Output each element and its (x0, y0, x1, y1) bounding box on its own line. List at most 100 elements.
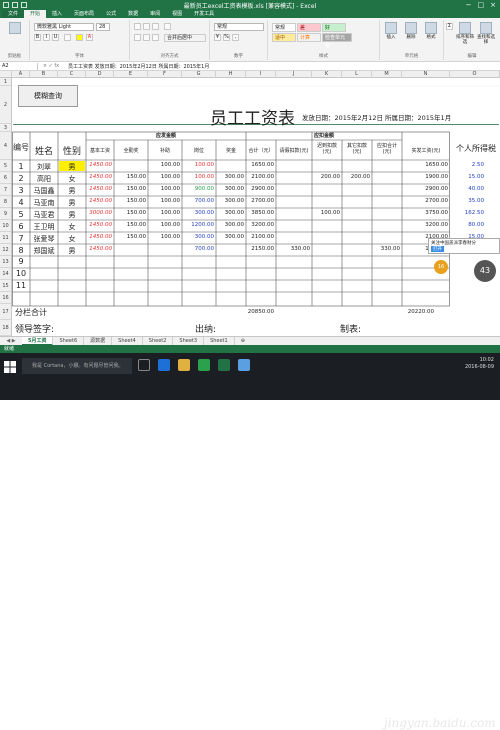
cell-subsidy[interactable]: 100.00 (148, 198, 182, 204)
popup-open-button[interactable]: 打开 (431, 246, 444, 252)
level-badge[interactable]: 16 (434, 260, 448, 274)
cell-late[interactable]: 200.00 (312, 174, 342, 180)
cell-allowance[interactable]: 150.00 (114, 186, 148, 192)
border-icon[interactable] (64, 34, 71, 41)
column-header[interactable]: I (246, 71, 276, 78)
italic-button[interactable]: I (43, 34, 50, 41)
cell-name[interactable]: 马亚君 (30, 210, 58, 220)
cell-no[interactable]: 7 (12, 234, 30, 243)
find-select-button[interactable]: 查找和选择 (477, 22, 495, 48)
cell-gender[interactable]: 女 (58, 222, 86, 232)
cell-total[interactable]: 3200.00 (246, 222, 276, 228)
cell-no[interactable]: 4 (12, 198, 30, 207)
row-header[interactable]: 4 (0, 132, 12, 160)
cell-gender[interactable]: 女 (58, 174, 86, 184)
cell-post[interactable]: 1200.00 (182, 222, 216, 228)
cell-subsidy[interactable]: 100.00 (148, 222, 182, 228)
notification-popup[interactable]: 关注中国盖派李春财分 打开 (428, 238, 500, 254)
cell-gender[interactable]: 男 (58, 186, 86, 196)
cell-no[interactable]: 10 (12, 269, 30, 278)
tab-view[interactable]: 视图 (166, 10, 188, 18)
delete-cells-button[interactable]: 删除 (402, 22, 420, 48)
cell-subsidy[interactable]: 100.00 (148, 234, 182, 240)
column-header[interactable]: J (276, 71, 312, 78)
merge-center-button[interactable]: 合并后居中 (164, 34, 206, 42)
cell-total[interactable]: 3850.00 (246, 210, 276, 216)
tab-file[interactable]: 文件 (2, 10, 25, 18)
align-center-icon[interactable] (143, 34, 150, 41)
cell-allowance[interactable]: 150.00 (114, 234, 148, 240)
cell-total[interactable]: 2100.00 (246, 234, 276, 240)
tab-page-layout[interactable]: 页面布局 (68, 10, 100, 18)
cell-post[interactable]: 900.00 (182, 186, 216, 192)
cell-bonus[interactable]: 300.00 (216, 210, 246, 216)
undo-icon[interactable] (12, 2, 18, 8)
cell-allowance[interactable]: 150.00 (114, 198, 148, 204)
row-header[interactable]: 18 (0, 320, 12, 336)
underline-button[interactable]: U (52, 34, 59, 41)
windows-start-icon[interactable] (4, 361, 16, 373)
formula-input[interactable]: 员工工资表 发放日期：2015年2月12日 所属日期：2015年1月 (64, 63, 209, 70)
font-color-icon[interactable]: A (86, 34, 93, 41)
row-header[interactable]: 11 (0, 232, 12, 244)
cell-no[interactable]: 8 (12, 246, 30, 255)
store-icon[interactable] (198, 359, 210, 371)
cell-subsidy[interactable]: 100.00 (148, 186, 182, 192)
font-size-select[interactable]: 28 (96, 23, 110, 31)
fx-icon[interactable]: × ✓ fx (38, 63, 64, 69)
row-header[interactable]: 10 (0, 220, 12, 232)
row-header[interactable]: 13 (0, 256, 12, 268)
tab-data[interactable]: 数据 (122, 10, 144, 18)
tab-home[interactable]: 开始 (24, 10, 47, 18)
cell-no[interactable]: 9 (12, 257, 30, 266)
cell-gender[interactable]: 男 (58, 198, 86, 208)
cell-post[interactable]: 700.00 (182, 246, 216, 252)
cell-tax[interactable]: 80.00 (450, 222, 486, 228)
cell-gender[interactable]: 女 (58, 234, 86, 244)
edge-icon[interactable] (158, 359, 170, 371)
tab-review[interactable]: 审阅 (144, 10, 166, 18)
currency-icon[interactable]: ¥ (214, 34, 221, 41)
cell-other[interactable]: 200.00 (342, 174, 372, 180)
cell-deduct[interactable]: 330.00 (372, 246, 402, 252)
cell-no[interactable]: 11 (12, 281, 30, 290)
number-format-select[interactable]: 常规 (214, 23, 264, 31)
row-header[interactable]: 2 (0, 86, 12, 124)
cell-total[interactable]: 2700.00 (246, 198, 276, 204)
cell-base[interactable]: 3000.00 (86, 210, 114, 216)
sheet-nav-arrows[interactable]: ◀ ▶ (0, 338, 22, 344)
row-header[interactable]: 9 (0, 208, 12, 220)
style-calculation[interactable]: 计算 (297, 33, 321, 42)
cell-actual[interactable]: 3750.00 (402, 210, 450, 216)
cell-actual[interactable]: 2700.00 (402, 198, 450, 204)
cell-subsidy[interactable]: 100.00 (148, 210, 182, 216)
cell-leave[interactable]: 330.00 (276, 246, 312, 252)
align-middle-icon[interactable] (143, 23, 150, 30)
select-all-corner[interactable] (0, 71, 12, 78)
cell-base[interactable]: 1450.00 (86, 246, 114, 252)
cell-name[interactable]: 郑国斌 (30, 246, 58, 256)
cell-no[interactable]: 6 (12, 222, 30, 231)
percent-badge[interactable]: 43 (474, 260, 496, 282)
browser-icon[interactable] (238, 359, 250, 371)
column-header[interactable]: C (58, 71, 86, 78)
style-neutral[interactable]: 适中 (272, 33, 296, 42)
cell-late[interactable]: 100.00 (312, 210, 342, 216)
cell-base[interactable]: 1450.00 (86, 222, 114, 228)
sort-filter-button[interactable]: 排序和筛选 (456, 22, 474, 48)
column-header[interactable]: B (30, 71, 58, 78)
cell-post[interactable]: 100.00 (182, 162, 216, 168)
percent-icon[interactable]: % (223, 34, 230, 41)
format-cells-button[interactable]: 格式 (422, 22, 440, 48)
cell-base[interactable]: 1450.00 (86, 162, 114, 168)
cell-tax[interactable]: 15.00 (450, 174, 486, 180)
cell-bonus[interactable]: 300.00 (216, 198, 246, 204)
cell-allowance[interactable]: 150.00 (114, 174, 148, 180)
cell-no[interactable]: 1 (12, 162, 30, 171)
explorer-icon[interactable] (178, 359, 190, 371)
row-header[interactable]: 3 (0, 124, 12, 132)
cell-name[interactable]: 张爱琴 (30, 234, 58, 244)
fuzzy-search-button[interactable]: 模糊查询 (18, 85, 78, 107)
row-header[interactable]: 1 (0, 78, 12, 86)
cell-gender[interactable]: 男 (58, 246, 86, 256)
